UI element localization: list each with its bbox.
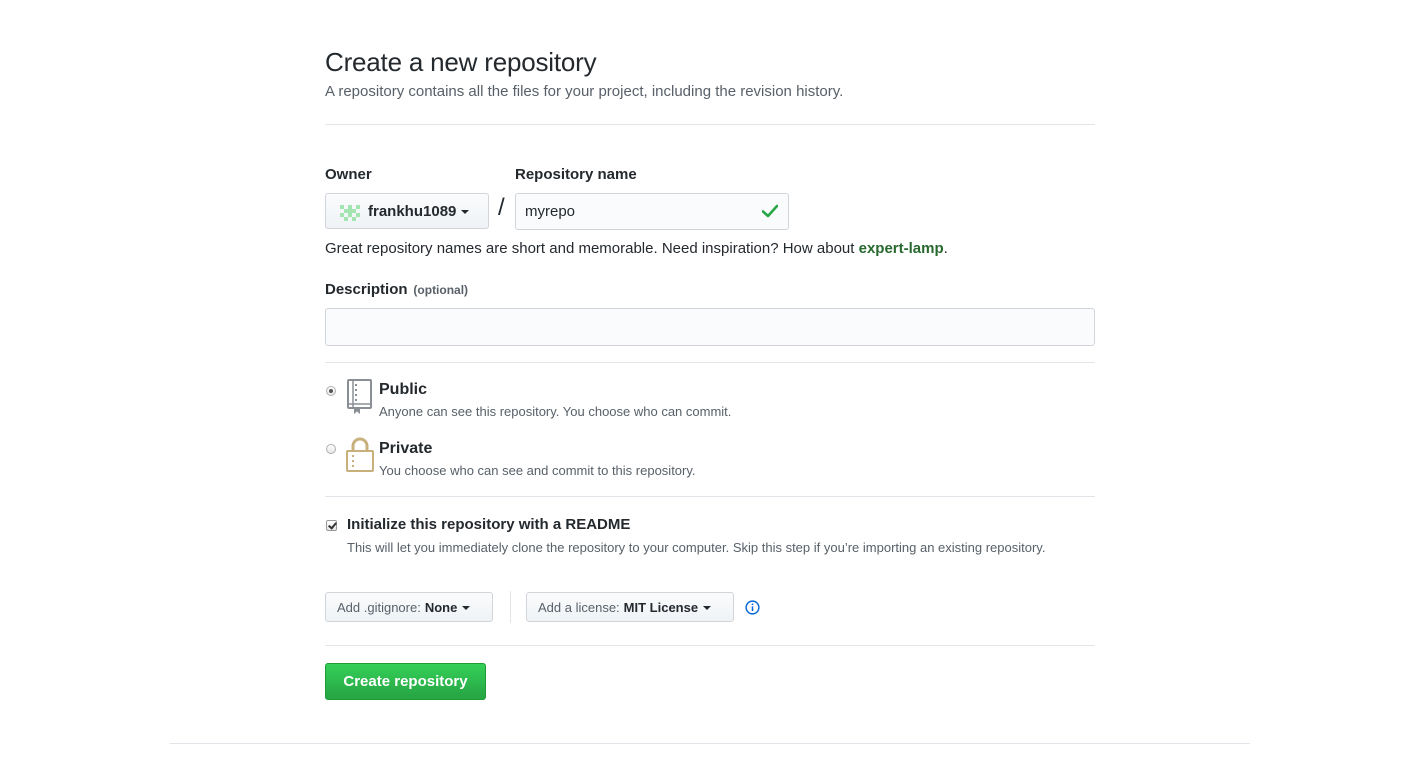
footer-divider — [170, 743, 1250, 744]
gitignore-select-button[interactable]: Add .gitignore: None — [325, 592, 493, 622]
chevron-down-icon — [461, 210, 470, 214]
owner-select-button[interactable]: frankhu1089 — [325, 193, 489, 229]
valid-check-icon — [762, 204, 778, 218]
license-prefix: Add a license: — [538, 599, 620, 615]
readme-desc: This will let you immediately clone the … — [347, 540, 1046, 555]
name-suggestion-link[interactable]: expert-lamp — [859, 240, 944, 257]
readme-checkbox[interactable] — [326, 520, 337, 531]
new-repo-form: Create a new repository A repository con… — [325, 44, 1095, 700]
avatar-identicon-icon — [340, 201, 360, 221]
public-desc: Anyone can see this repository. You choo… — [379, 404, 732, 419]
license-select-button[interactable]: Add a license: MIT License — [526, 592, 734, 622]
hint-text: Great repository names are short and mem… — [325, 240, 859, 257]
page-title: Create a new repository — [325, 47, 597, 77]
owner-section: Owner frankhu1089 — [325, 166, 489, 229]
gitignore-prefix: Add .gitignore: — [337, 599, 421, 615]
description-label: Description — [325, 281, 408, 298]
public-title: Public — [379, 381, 428, 398]
repo-name-section: Repository name myrepo — [515, 166, 789, 230]
owner-label: Owner — [325, 166, 372, 183]
repo-name-hint: Great repository names are short and mem… — [325, 240, 948, 257]
owner-name: frankhu1089 — [368, 202, 457, 220]
visibility-divider — [325, 496, 1095, 497]
description-divider — [325, 362, 1095, 363]
info-icon[interactable] — [745, 600, 760, 615]
license-value: MIT License — [623, 599, 699, 615]
public-radio[interactable] — [326, 386, 336, 396]
gitignore-value: None — [424, 599, 458, 615]
select-separator — [510, 591, 511, 623]
chevron-down-icon — [462, 606, 471, 610]
repo-name-value: myrepo — [525, 203, 576, 220]
hint-end: . — [943, 240, 948, 257]
description-input[interactable] — [325, 308, 1095, 346]
repo-name-label: Repository name — [515, 166, 637, 183]
private-desc: You choose who can see and commit to thi… — [379, 463, 696, 478]
private-radio[interactable] — [326, 444, 336, 454]
owner-repo-separator: / — [498, 194, 505, 221]
page-subtitle: A repository contains all the files for … — [325, 83, 844, 100]
description-label-row: Description (optional) — [325, 281, 468, 298]
optional-tag: (optional) — [413, 283, 469, 297]
readme-title: Initialize this repository with a README — [347, 516, 631, 533]
repo-book-icon — [347, 379, 372, 414]
lock-icon — [346, 437, 374, 472]
repo-name-input[interactable]: myrepo — [515, 193, 789, 230]
options-divider — [325, 645, 1095, 646]
private-title: Private — [379, 440, 433, 457]
create-repository-button[interactable]: Create repository — [325, 663, 486, 700]
chevron-down-icon — [703, 606, 712, 610]
header-divider — [325, 124, 1095, 125]
